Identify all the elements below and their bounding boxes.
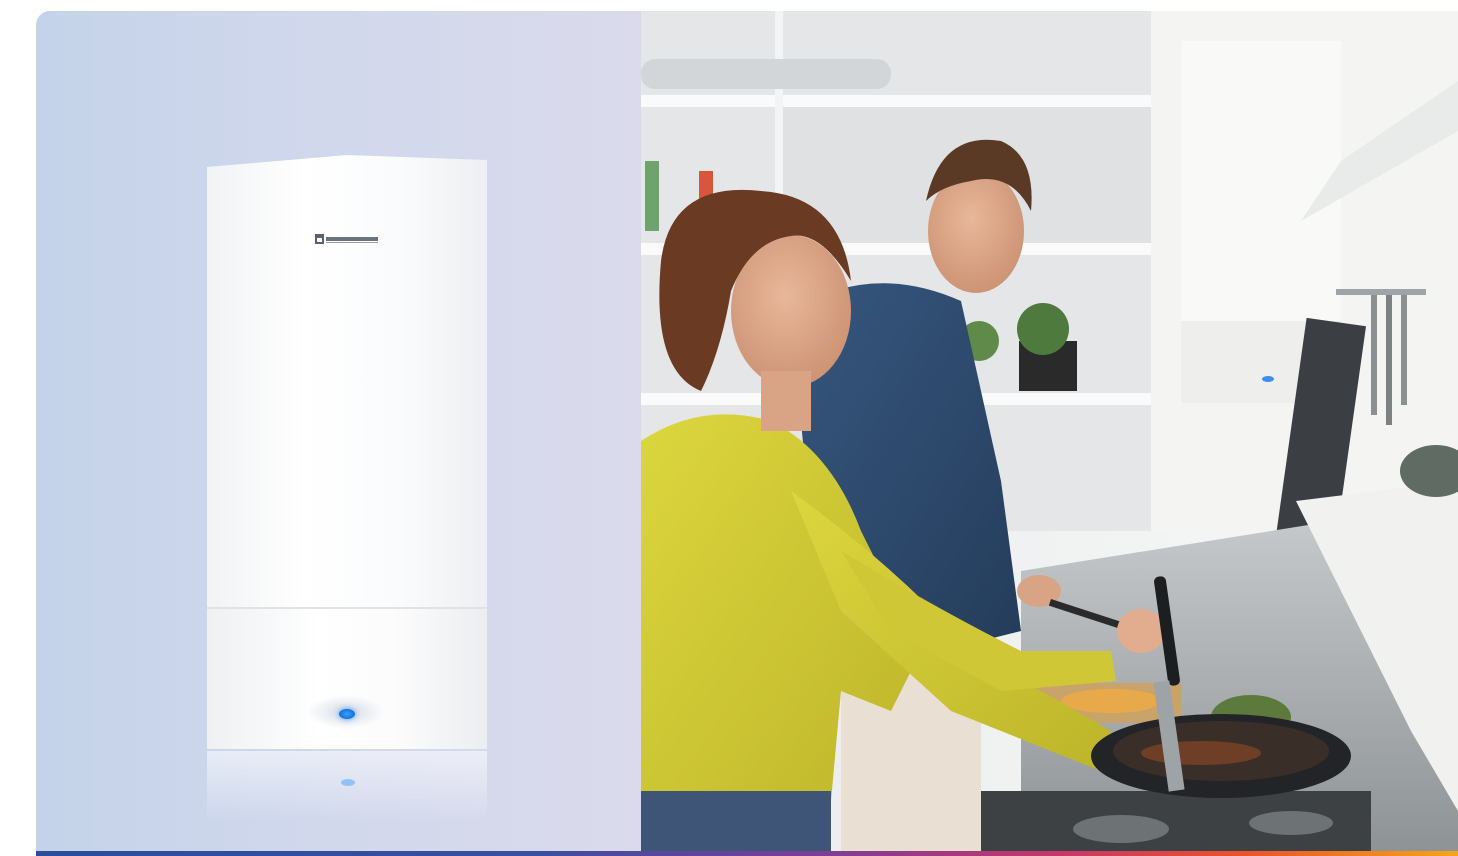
woman-jeans (641, 791, 831, 851)
burner-1 (1073, 815, 1169, 843)
utensil-2 (1386, 295, 1392, 425)
boiler-body (207, 155, 487, 607)
reflection-light (341, 779, 355, 786)
plant-leaves (1017, 303, 1069, 355)
shelf-1 (641, 95, 1151, 107)
status-light-icon (339, 709, 355, 719)
boiler-reflection (207, 751, 487, 821)
kitchen-photo (641, 11, 1458, 851)
wall-boiler-light (1262, 376, 1274, 382)
woman-neck (761, 371, 811, 431)
duct (641, 59, 891, 89)
kitchen-scene (641, 11, 1458, 851)
boiler-product-image (207, 155, 487, 749)
woman-hand-2 (1117, 609, 1165, 653)
pan-food (1141, 741, 1261, 765)
brand-accent-bar (36, 851, 1458, 856)
brand-logo (315, 234, 378, 244)
utensil-rail (1336, 289, 1426, 295)
product-panel (36, 11, 641, 851)
burner-2 (1249, 811, 1333, 835)
bottle-1 (645, 161, 659, 231)
vegetables (1061, 689, 1161, 713)
utensil-1 (1371, 295, 1377, 415)
utensil-3 (1401, 295, 1407, 405)
hero-banner (36, 11, 1458, 856)
